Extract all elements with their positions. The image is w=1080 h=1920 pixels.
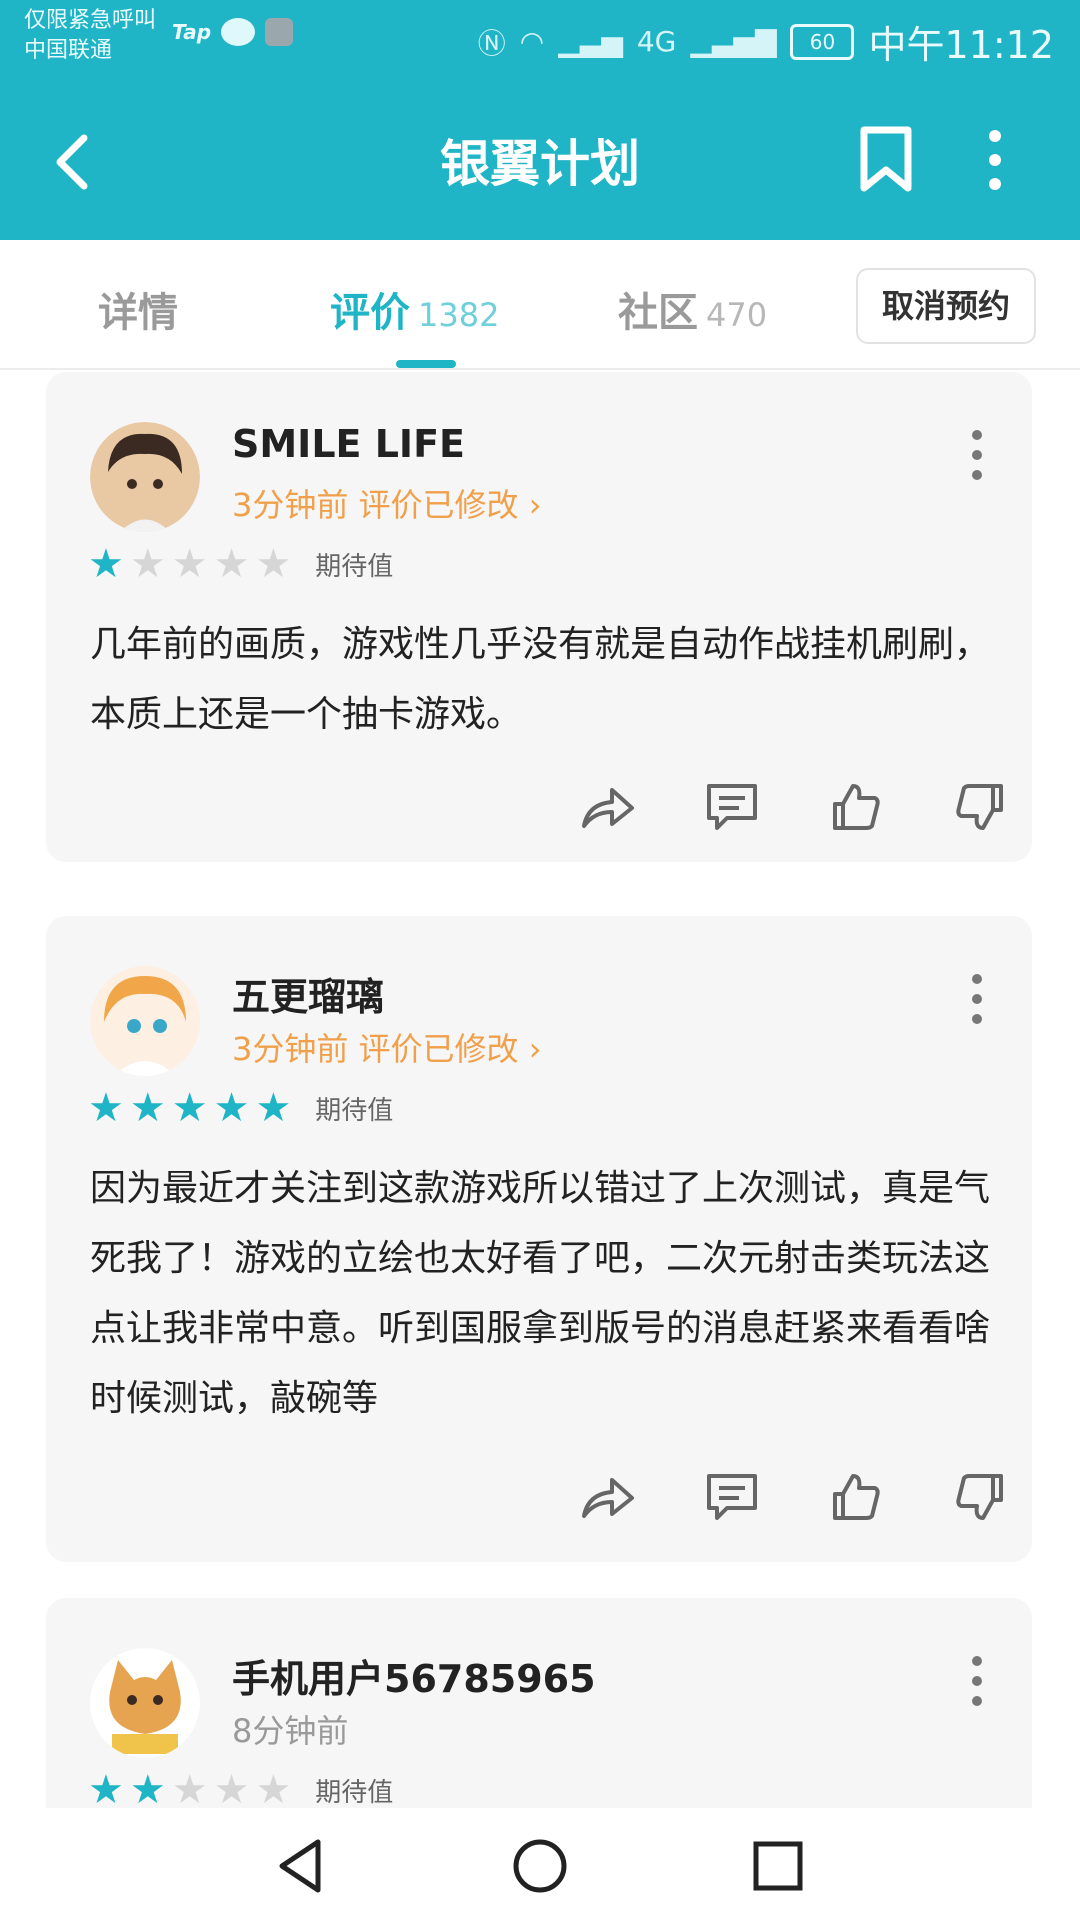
like-button[interactable] bbox=[794, 772, 918, 842]
rating-stars: ★ ★ ★ ★ ★ 期待值 bbox=[88, 1770, 393, 1810]
system-status: Ⓝ ◠ ▁▃▅ 4G ▁▃▅▇ 60 中午11:12 bbox=[478, 14, 1054, 69]
thumbs-up-icon bbox=[833, 1474, 880, 1520]
review-meta[interactable]: 8分钟前 bbox=[232, 1706, 348, 1752]
tab-reviews-label: 评价 bbox=[330, 290, 410, 336]
page-title: 银翼计划 bbox=[440, 135, 640, 193]
tap-notification-icon: Tap bbox=[172, 20, 212, 44]
rating-label: 期待值 bbox=[315, 1095, 394, 1126]
reviewer-name[interactable]: 手机用户56785965 bbox=[232, 1648, 596, 1703]
tab-community-count: 470 bbox=[706, 296, 768, 334]
tab-reviews-count: 1382 bbox=[418, 296, 500, 334]
review-meta[interactable]: 3分钟前 评价已修改 › bbox=[232, 1024, 542, 1070]
review-meta[interactable]: 3分钟前 评价已修改 › bbox=[232, 480, 542, 526]
comment-icon bbox=[707, 784, 757, 830]
avatar[interactable] bbox=[90, 422, 200, 532]
star-icon: ★ bbox=[213, 1767, 250, 1813]
bookmark-icon[interactable] bbox=[856, 126, 916, 192]
system-nav-bar bbox=[0, 1808, 1080, 1920]
reviewer-name[interactable]: 五更瑠璃 bbox=[232, 966, 384, 1021]
star-icon: ★ bbox=[171, 1085, 208, 1131]
signal-icon: ▁▃▅▇ bbox=[690, 25, 777, 58]
star-icon: ★ bbox=[129, 541, 166, 587]
more-vertical-icon[interactable] bbox=[985, 130, 1005, 190]
message-bubble-icon bbox=[221, 18, 256, 46]
nav-home-icon[interactable] bbox=[510, 1836, 570, 1896]
share-button[interactable] bbox=[546, 1462, 670, 1532]
rating-label: 期待值 bbox=[315, 1777, 394, 1808]
rating-stars: ★ ★ ★ ★ ★ 期待值 bbox=[88, 1088, 393, 1128]
review-card: SMILE LIFE 3分钟前 评价已修改 › ★ ★ ★ ★ ★ 期待值 几年… bbox=[46, 372, 1032, 862]
status-bar: 仅限紧急呼叫 中国联通 Tap Ⓝ ◠ ▁▃▅ 4G ▁▃▅▇ 60 中午11:… bbox=[0, 0, 1080, 82]
nav-recents-icon[interactable] bbox=[748, 1836, 808, 1896]
more-vertical-icon[interactable] bbox=[972, 430, 986, 480]
review-text[interactable]: 因为最近才关注到这款游戏所以错过了上次测试，真是气死我了！游戏的立绘也太好看了吧… bbox=[90, 1154, 990, 1434]
star-icon: ★ bbox=[88, 541, 124, 587]
tab-details-label: 详情 bbox=[98, 290, 178, 336]
comment-icon bbox=[707, 1474, 757, 1520]
cancel-reservation-button[interactable]: 取消预约 bbox=[856, 268, 1036, 344]
review-text[interactable]: 几年前的画质，游戏性几乎没有就是自动作战挂机刷刷，本质上还是一个抽卡游戏。 bbox=[90, 610, 990, 750]
tab-details[interactable]: 详情 bbox=[98, 280, 178, 338]
carrier-line2: 中国联通 bbox=[24, 38, 113, 63]
share-icon bbox=[582, 1478, 634, 1518]
like-button[interactable] bbox=[794, 1462, 918, 1532]
tab-reviews[interactable]: 评价 1382 bbox=[330, 280, 499, 338]
carrier-info: 仅限紧急呼叫 中国联通 bbox=[24, 6, 156, 66]
dislike-button[interactable] bbox=[918, 772, 1042, 842]
star-icon: ★ bbox=[255, 1767, 292, 1813]
more-vertical-icon[interactable] bbox=[972, 974, 986, 1024]
star-icon: ★ bbox=[255, 541, 292, 587]
review-actions bbox=[546, 1462, 1042, 1532]
star-icon: ★ bbox=[255, 1085, 292, 1131]
nfc-icon: Ⓝ bbox=[477, 26, 506, 60]
comment-button[interactable] bbox=[670, 1462, 794, 1532]
comment-button[interactable] bbox=[670, 772, 794, 842]
thumbs-down-icon bbox=[956, 784, 1003, 830]
nav-back-icon[interactable] bbox=[272, 1836, 332, 1896]
thumbs-up-icon bbox=[833, 784, 880, 830]
tab-indicator bbox=[396, 360, 456, 368]
review-card: 五更瑠璃 3分钟前 评价已修改 › ★ ★ ★ ★ ★ 期待值 因为最近才关注到… bbox=[46, 916, 1032, 1562]
star-icon: ★ bbox=[129, 1085, 166, 1131]
rating-stars: ★ ★ ★ ★ ★ 期待值 bbox=[88, 544, 393, 584]
star-icon: ★ bbox=[88, 1085, 124, 1131]
share-button[interactable] bbox=[546, 772, 670, 842]
network-type: 4G bbox=[636, 25, 677, 58]
clock: 中午11:12 bbox=[868, 23, 1054, 67]
star-icon: ★ bbox=[88, 1767, 124, 1813]
star-icon: ★ bbox=[213, 1085, 250, 1131]
wifi-icon: ◠ bbox=[519, 25, 545, 58]
tab-community[interactable]: 社区 470 bbox=[618, 280, 767, 338]
star-icon: ★ bbox=[171, 541, 208, 587]
reviewer-name[interactable]: SMILE LIFE bbox=[232, 422, 465, 466]
star-icon: ★ bbox=[129, 1767, 166, 1813]
rating-label: 期待值 bbox=[315, 551, 394, 582]
notification-icons: Tap bbox=[172, 18, 294, 46]
star-icon: ★ bbox=[213, 541, 250, 587]
battery-icon: 60 bbox=[790, 23, 855, 60]
review-actions bbox=[546, 772, 1042, 842]
thumbs-down-icon bbox=[956, 1474, 1003, 1520]
avatar[interactable] bbox=[90, 966, 200, 1076]
dislike-button[interactable] bbox=[918, 1462, 1042, 1532]
app-notification-icon bbox=[265, 18, 294, 46]
star-icon: ★ bbox=[171, 1767, 208, 1813]
tab-bar: 详情 评价 1382 社区 470 取消预约 bbox=[0, 240, 1080, 370]
app-bar: 银翼计划 bbox=[0, 82, 1080, 240]
more-vertical-icon[interactable] bbox=[972, 1656, 986, 1706]
signal-off-icon: ▁▃▅ bbox=[558, 25, 623, 58]
carrier-line1: 仅限紧急呼叫 bbox=[24, 8, 157, 33]
tab-community-label: 社区 bbox=[618, 290, 698, 336]
share-icon bbox=[582, 788, 634, 828]
avatar[interactable] bbox=[90, 1648, 200, 1758]
